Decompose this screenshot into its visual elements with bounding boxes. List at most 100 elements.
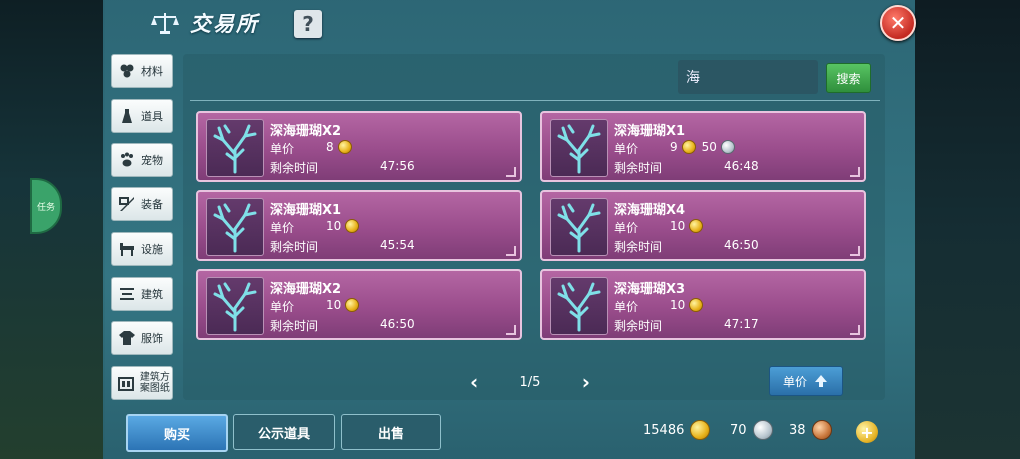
- time-remaining: 47:56: [380, 159, 415, 173]
- bronze-amount: 38: [789, 422, 806, 438]
- category-label: 建筑方案图纸: [139, 372, 170, 394]
- time-remaining: 45:54: [380, 238, 415, 252]
- category-material[interactable]: 材料: [111, 54, 173, 88]
- listing-card[interactable]: 深海珊瑚X4 单价 10 剩余时间 46:50: [540, 190, 866, 261]
- search-input[interactable]: 海: [678, 60, 818, 94]
- price-label: 单价: [270, 221, 295, 235]
- gold-price: 10: [670, 219, 686, 233]
- category-facility[interactable]: 设施: [111, 232, 173, 266]
- time-remaining: 46:50: [724, 238, 759, 252]
- side-tab-label: 任务: [36, 202, 55, 213]
- price-value: 9 50: [670, 140, 735, 154]
- price-value: 10: [326, 298, 360, 312]
- gold-coin-icon: [689, 219, 704, 233]
- title-bar: 交易所: [150, 6, 259, 40]
- listing-card[interactable]: 深海珊瑚X2 单价 8 剩余时间 47:56: [196, 111, 522, 182]
- price-label: 单价: [270, 142, 295, 156]
- price-value: 8: [326, 140, 352, 154]
- equipment-icon: [117, 194, 137, 214]
- item-name: 深海珊瑚X4: [614, 203, 686, 218]
- help-button[interactable]: ?: [294, 10, 322, 38]
- time-label: 剩余时间: [614, 319, 663, 333]
- price-label: 单价: [270, 300, 295, 314]
- price-label: 单价: [614, 142, 639, 156]
- item-name: 深海珊瑚X2: [270, 282, 342, 297]
- show-items-tab[interactable]: 公示道具: [233, 414, 335, 450]
- background-left: [0, 0, 105, 459]
- time-remaining: 46:50: [380, 317, 415, 331]
- category-label: 宠物: [141, 153, 163, 167]
- close-button[interactable]: ✕: [880, 5, 916, 41]
- page-title: 交易所: [190, 12, 259, 36]
- price-value: 10: [670, 298, 704, 312]
- background-right: [915, 0, 1020, 459]
- price-label: 单价: [614, 300, 639, 314]
- category-equipment[interactable]: 装备: [111, 187, 173, 221]
- material-icon: [117, 61, 137, 81]
- coral-icon: [206, 198, 264, 256]
- price-value: 10: [326, 219, 360, 233]
- blueprint-icon: [117, 373, 136, 393]
- coral-icon: [550, 277, 608, 335]
- item-name: 深海珊瑚X1: [614, 124, 686, 139]
- item-name: 深海珊瑚X1: [270, 203, 342, 218]
- item-name: 深海珊瑚X3: [614, 282, 686, 297]
- pagination: ‹ 1/5 ›: [470, 370, 590, 394]
- category-label: 服饰: [141, 331, 163, 345]
- add-currency-button[interactable]: +: [856, 421, 878, 443]
- category-label: 道具: [141, 109, 163, 123]
- category-label: 材料: [141, 64, 163, 78]
- bronze-coin-icon: [811, 420, 832, 440]
- category-blueprint[interactable]: 建筑方案图纸: [111, 366, 173, 400]
- gold-price: 10: [326, 298, 342, 312]
- listing-card[interactable]: 深海珊瑚X2 单价 10 剩余时间 46:50: [196, 269, 522, 340]
- silver-price: 50: [701, 140, 717, 154]
- sort-label: 单价: [782, 374, 807, 389]
- prev-page-button[interactable]: ‹: [470, 370, 478, 394]
- search-button[interactable]: 搜索: [826, 63, 871, 93]
- listing-card[interactable]: 深海珊瑚X3 单价 10 剩余时间 47:17: [540, 269, 866, 340]
- gold-price: 10: [326, 219, 342, 233]
- category-building[interactable]: 建筑: [111, 277, 173, 311]
- listing-card[interactable]: 深海珊瑚X1 单价 9 50 剩余时间 46:48: [540, 111, 866, 182]
- time-label: 剩余时间: [270, 161, 319, 175]
- time-label: 剩余时间: [270, 240, 319, 254]
- corner-decoration: [850, 325, 860, 335]
- coral-icon: [550, 198, 608, 256]
- sort-up-icon: [815, 375, 827, 387]
- gold-coin-icon: [345, 219, 360, 233]
- silver-amount: 70: [730, 422, 747, 438]
- bronze-balance: 38: [789, 420, 832, 440]
- next-page-button[interactable]: ›: [582, 370, 590, 394]
- category-label: 设施: [141, 242, 163, 256]
- item-name: 深海珊瑚X2: [270, 124, 342, 139]
- corner-decoration: [850, 167, 860, 177]
- gold-price: 8: [326, 140, 334, 154]
- sort-by-price-button[interactable]: 单价: [769, 366, 843, 396]
- time-label: 剩余时间: [614, 161, 663, 175]
- category-item[interactable]: 道具: [111, 99, 173, 133]
- gold-coin-icon: [690, 420, 711, 440]
- corner-decoration: [506, 246, 516, 256]
- silver-coin-icon: [752, 420, 773, 440]
- listing-card[interactable]: 深海珊瑚X1 单价 10 剩余时间 45:54: [196, 190, 522, 261]
- facility-icon: [117, 239, 137, 259]
- page-indicator: 1/5: [519, 374, 541, 390]
- building-icon: [117, 284, 137, 304]
- time-remaining: 46:48: [724, 159, 759, 173]
- gold-balance: 15486: [643, 420, 711, 440]
- paw-icon: [117, 150, 137, 170]
- gold-coin-icon: [689, 298, 704, 312]
- category-clothing[interactable]: 服饰: [111, 321, 173, 355]
- time-remaining: 47:17: [724, 317, 759, 331]
- buy-tab[interactable]: 购买: [126, 414, 228, 452]
- corner-decoration: [850, 246, 860, 256]
- silver-balance: 70: [730, 420, 773, 440]
- potion-icon: [117, 106, 137, 126]
- category-pet[interactable]: 宠物: [111, 143, 173, 177]
- sell-tab[interactable]: 出售: [341, 414, 441, 450]
- coral-icon: [206, 119, 264, 177]
- coral-icon: [550, 119, 608, 177]
- price-label: 单价: [614, 221, 639, 235]
- gold-amount: 15486: [643, 422, 685, 438]
